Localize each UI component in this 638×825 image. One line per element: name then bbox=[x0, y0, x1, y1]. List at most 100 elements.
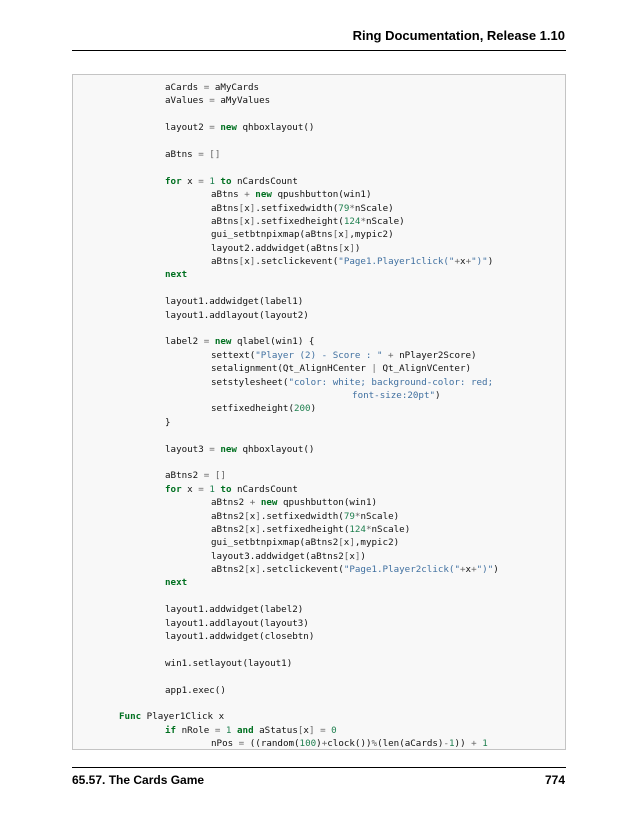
code-line: layout3.addwidget(aBtns2[x]) bbox=[73, 550, 565, 563]
code-token: nPos bbox=[211, 738, 239, 750]
code-token: setstylesheet( bbox=[211, 376, 289, 388]
code-token: layout2 bbox=[165, 122, 210, 134]
code-token: } bbox=[165, 416, 171, 428]
code-line: aBtns2[x].setclickevent("Page1.Player2cl… bbox=[73, 563, 565, 576]
code-token: next bbox=[165, 577, 188, 589]
code-token: layout1.addlayout(layout3) bbox=[165, 617, 309, 629]
code-token: )) bbox=[454, 738, 472, 750]
code-token: x bbox=[181, 175, 199, 187]
code-line: aCards = aMyCards bbox=[73, 81, 565, 94]
code-token: aBtns2 bbox=[211, 497, 250, 509]
code-token: to bbox=[220, 175, 232, 187]
code-token: Func bbox=[119, 711, 142, 723]
code-line: layout1.addwidget(label2) bbox=[73, 603, 565, 616]
code-token: .setfixedwidth( bbox=[260, 510, 344, 522]
code-line: for x = 1 to nCardsCount bbox=[73, 175, 565, 188]
code-token: layout1.addlayout(layout2) bbox=[165, 309, 309, 321]
code-token: 100 bbox=[299, 738, 317, 750]
code-token: new bbox=[214, 336, 232, 348]
code-token: 1 bbox=[482, 738, 488, 750]
code-token: aBtns2 bbox=[211, 510, 245, 522]
code-line: } bbox=[73, 416, 565, 429]
code-token: aBtns bbox=[211, 215, 239, 227]
code-token: nPlayer2Score) bbox=[393, 349, 477, 361]
code-token: aBtns2 bbox=[165, 470, 204, 482]
header-rule bbox=[72, 50, 566, 51]
code-line: aValues = aMyValues bbox=[73, 94, 565, 107]
code-token: 0 bbox=[331, 724, 337, 736]
code-token: nCardsCount bbox=[231, 483, 298, 495]
code-token: nScale) bbox=[365, 215, 405, 227]
code-token: [] bbox=[209, 148, 221, 160]
code-token: gui_setbtnpixmap(aBtns2 bbox=[211, 537, 339, 549]
code-token: "Page1.Player1click(" bbox=[338, 256, 455, 268]
footer-rule bbox=[72, 767, 566, 768]
code-token: setalignment(Qt_AlignHCenter bbox=[211, 363, 372, 375]
code-token: Player1Click x bbox=[141, 711, 225, 723]
code-token: aBtns bbox=[211, 189, 245, 201]
code-lines: aCards = aMyCards aValues = aMyValues layo… bbox=[73, 81, 565, 750]
code-token: .setclickevent( bbox=[260, 564, 344, 576]
code-token: if bbox=[165, 724, 177, 736]
code-line: for x = 1 to nCardsCount bbox=[73, 483, 565, 496]
code-line: next bbox=[73, 576, 565, 589]
code-line: layout1.addlayout(layout2) bbox=[73, 309, 565, 322]
code-line: aBtns + new qpushbutton(win1) bbox=[73, 188, 565, 201]
code-line: settext("Player (2) - Score : " + nPlaye… bbox=[73, 349, 565, 362]
code-line: aBtns[x].setfixedheight(124*nScale) bbox=[73, 215, 565, 228]
code-token: font-size:20pt" bbox=[352, 389, 436, 401]
code-token: for bbox=[165, 175, 182, 187]
code-token: layout1.addwidget(label1) bbox=[165, 296, 304, 308]
code-line: aBtns2 = [] bbox=[73, 469, 565, 482]
code-line: nPos = ((random(100)+clock())%(len(aCard… bbox=[73, 737, 565, 750]
code-token: layout1.addwidget(closebtn) bbox=[165, 631, 315, 643]
code-token: ) bbox=[360, 550, 366, 562]
code-token: .setfixedheight( bbox=[260, 523, 350, 535]
code-token: aMyValues bbox=[214, 95, 271, 107]
code-token: layout1.addwidget(label2) bbox=[165, 604, 304, 616]
code-token: aMyCards bbox=[209, 82, 260, 93]
code-line: aBtns2[x].setfixedwidth(79*nScale) bbox=[73, 510, 565, 523]
code-token: .setfixedheight( bbox=[255, 215, 344, 227]
code-token: qhboxlayout() bbox=[236, 122, 315, 134]
code-token: aBtns2 bbox=[211, 564, 245, 576]
code-token: "Page1.Player2click(" bbox=[343, 564, 460, 576]
code-token: and bbox=[237, 724, 254, 736]
code-token: "Player (2) - Score : " bbox=[255, 349, 383, 361]
footer-page-number: 774 bbox=[544, 773, 565, 787]
code-token: aCards bbox=[165, 82, 204, 93]
code-token: ) bbox=[493, 564, 499, 576]
code-line: gui_setbtnpixmap(aBtns[x],mypic2) bbox=[73, 228, 565, 241]
code-line: label2 = new qlabel(win1) { bbox=[73, 335, 565, 348]
code-line: setstylesheet("color: white; background-… bbox=[73, 376, 565, 389]
code-token: .setfixedwidth( bbox=[255, 202, 339, 214]
code-token: aBtns bbox=[165, 148, 199, 160]
code-line: aBtns2[x].setfixedheight(124*nScale) bbox=[73, 523, 565, 536]
code-token: 124 bbox=[343, 215, 361, 227]
code-line: layout1.addwidget(label1) bbox=[73, 295, 565, 308]
footer-section-title: 65.57. The Cards Game bbox=[72, 773, 205, 787]
code-token: aStatus bbox=[253, 724, 298, 736]
code-token: x bbox=[181, 483, 199, 495]
code-line: next bbox=[73, 268, 565, 281]
code-token: nScale) bbox=[354, 202, 394, 214]
code-line: Func Player1Click x bbox=[73, 710, 565, 723]
code-token: new bbox=[220, 122, 237, 134]
code-token: to bbox=[220, 483, 232, 495]
code-token: nScale) bbox=[360, 510, 400, 522]
code-token: ) bbox=[354, 242, 361, 254]
code-token: new bbox=[260, 497, 278, 509]
code-line: layout2.addwidget(aBtns[x]) bbox=[73, 242, 565, 255]
code-token: (len(aCards) bbox=[377, 738, 444, 750]
code-token: clock()) bbox=[327, 738, 372, 750]
code-token: next bbox=[165, 269, 188, 281]
code-token: layout3 bbox=[165, 443, 210, 455]
code-token: aBtns bbox=[211, 202, 239, 214]
